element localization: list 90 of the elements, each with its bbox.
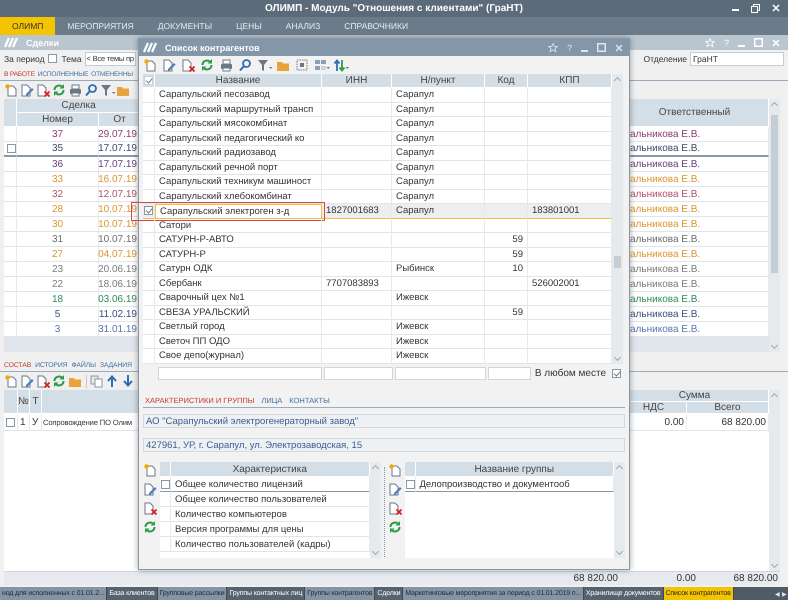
table-cell: Сатурн ОДК — [155, 262, 322, 276]
table-cell: САТУРН-Р — [155, 248, 322, 262]
table-cell: Сатори — [155, 218, 322, 233]
table-cell: У — [30, 414, 42, 431]
table-cell: Сарапул — [392, 175, 485, 190]
table-cell: Версия программы для цены — [171, 522, 370, 537]
table-cell: Общее количество пользователей — [171, 492, 370, 507]
table-cell: 37 — [17, 127, 99, 142]
table-cell: 59 — [485, 248, 528, 262]
table-cell: Количество компьютеров — [171, 507, 370, 522]
table-cell: 36 — [17, 157, 99, 172]
table-cell: 18 — [17, 292, 99, 307]
table-cell: Сарапул — [392, 117, 485, 132]
table-cell: Рыбинск — [392, 262, 485, 276]
table-cell: 32 — [17, 187, 99, 202]
column-group-header: Сделка — [17, 99, 141, 113]
menu-item[interactable]: ЦЕНЫ — [224, 17, 274, 35]
table-cell: Сарапул — [392, 88, 485, 102]
department-label: Отделение — [644, 54, 687, 64]
column-header[interactable]: Номер — [17, 113, 99, 127]
table-cell: 27 — [17, 247, 99, 262]
table-cell: 183801001 — [528, 204, 612, 218]
column-header[interactable]: Код — [485, 74, 528, 88]
menu-item[interactable]: ДОКУМЕНТЫ — [146, 17, 224, 35]
column-header[interactable]: ИНН — [322, 74, 392, 88]
table-cell: 7707083893 — [322, 276, 392, 291]
table-cell: Общее количество лицензий — [171, 477, 370, 492]
column-header[interactable]: Всего — [687, 402, 769, 414]
table-cell: Сарапул — [392, 160, 485, 175]
table-cell: СВЕЗА УРАЛЬСКИЙ — [155, 306, 322, 320]
column-header[interactable]: КПП — [528, 74, 612, 88]
period-label: За период — [4, 54, 45, 64]
column-header[interactable]: № — [18, 390, 30, 414]
table-cell: Сарапульский мясокомбинат — [155, 117, 322, 132]
table-cell: 28 — [17, 202, 99, 217]
table-cell: 10 — [485, 262, 528, 276]
table-cell: Свое депо(журнал) — [155, 349, 322, 364]
table-cell: Количество пользователей (кадры) — [171, 537, 370, 552]
table-cell: САТУРН-Р-АВТО — [155, 233, 322, 248]
table-cell: Сарапул — [392, 132, 485, 146]
table-cell: Ижевск — [392, 349, 485, 364]
table-cell: Ижевск — [392, 291, 485, 306]
table-cell: Светлый город — [155, 320, 322, 334]
table-cell: 22 — [17, 277, 99, 292]
column-header[interactable]: Характеристика — [171, 462, 370, 477]
table-cell: Сарапульский радиозавод — [155, 146, 322, 160]
column-header[interactable]: От — [99, 113, 141, 127]
table-cell: Сарапульский песозавод — [155, 88, 322, 102]
table-cell: 30 — [17, 217, 99, 232]
menu-item[interactable]: ОЛИМП — [0, 17, 56, 35]
table-cell: Сарапул — [392, 146, 485, 160]
column-header[interactable]: Название группы — [416, 462, 614, 477]
column-header[interactable]: Н/пункт — [392, 74, 485, 88]
column-header[interactable]: Т — [30, 390, 42, 414]
menu-item[interactable]: АНАЛИЗ — [274, 17, 332, 35]
table-cell: 59 — [485, 306, 528, 320]
total-value: 68 820.00 — [732, 572, 779, 585]
table-cell: Сарапульский речной порт — [155, 160, 322, 175]
address-field[interactable]: 427961, УР, г. Сарапул, ул. Электрозаводская, 15 — [143, 438, 625, 452]
table-cell: 5 — [17, 307, 99, 322]
table-cell: Светоч ПП ОДО — [155, 334, 322, 349]
table-cell: Ижевск — [392, 334, 485, 349]
table-cell: 1827001683 — [322, 204, 392, 218]
column-header[interactable]: Название — [155, 74, 322, 88]
table-cell: Сарапул — [392, 102, 485, 117]
table-cell: 31 — [17, 232, 99, 247]
table-cell: Сварочный цех №1 — [155, 291, 322, 306]
table-cell: Сарапульский техникум машиност — [155, 175, 322, 190]
table-cell: 1 — [18, 414, 30, 431]
menu-item[interactable]: МЕРОПРИЯТИЯ — [55, 17, 146, 35]
window-title: Сделки — [26, 38, 59, 48]
total-value: 0.00 — [676, 572, 697, 585]
table-cell: 33 — [17, 172, 99, 187]
menu-item[interactable]: СПРАВОЧНИКИ — [332, 17, 420, 35]
table-cell: Ижевск — [392, 320, 485, 334]
table-cell: 59 — [485, 233, 528, 248]
table-cell: Сарапульский маршрутный трансп — [155, 102, 322, 117]
table-cell: Делопроизводство и документооб — [416, 477, 614, 492]
anywhere-label: В любом месте — [534, 368, 606, 379]
window-title: ОЛИМП - Модуль "Отношения с клиентами" (ГраНТ) — [265, 3, 523, 14]
total-value: 68 820.00 — [572, 572, 619, 585]
table-cell: Сарапул — [392, 204, 485, 218]
table-cell: Сбербанк — [155, 276, 322, 291]
full-name-field[interactable]: АО "Сарапульский электрогенераторный завод" — [143, 414, 625, 428]
table-cell: 23 — [17, 262, 99, 277]
table-cell: 35 — [17, 142, 99, 157]
department-field[interactable]: ГраНТ — [690, 52, 784, 66]
table-cell: Сарапульский педагогический ко — [155, 132, 322, 146]
dialog-title: Список контрагентов — [165, 42, 260, 52]
theme-label: Тема — [62, 54, 82, 64]
